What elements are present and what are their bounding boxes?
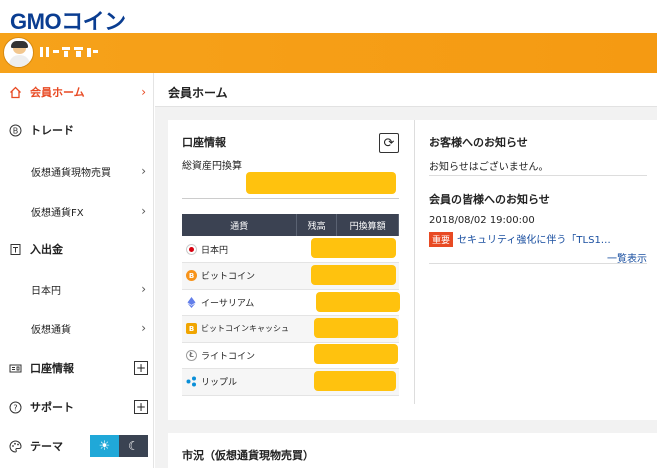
column-header: 円換算額 [336,214,399,236]
help-icon: ? [8,400,22,414]
japan-flag-icon [186,243,197,255]
sidebar-item-label: サポート [30,401,74,414]
market-title: 市況（仮想通貨現物売買） [182,449,314,462]
logo-main-text: GMO [10,9,62,34]
total-assets-label: 総資産円換算 [182,161,242,172]
important-badge: 重要 [429,232,454,247]
news-title: セキュリティ強化に伴う「TLS1… [457,235,611,246]
dark-theme-icon[interactable]: ☾ [119,435,148,457]
svg-text:B: B [12,126,18,135]
redacted-balance [314,318,398,338]
currency-name: 日本円 [201,245,229,256]
gmo-coin-logo[interactable]: GMOコイン [10,4,126,36]
ripple-icon [186,376,197,387]
sidebar-item-trade[interactable]: B トレード [0,111,154,149]
chevron-right-icon: › [141,164,146,178]
refresh-icon: ⟳ [383,135,395,151]
sidebar-item-account-info[interactable]: 口座情報 + [0,349,154,387]
currency-name: ライトコイン [201,351,256,362]
sidebar-item-fx[interactable]: 仮想通貨FX › [0,192,154,230]
bitcoin-cash-icon: B [186,323,197,335]
divider [182,198,399,199]
column-header: 残高 [296,214,338,236]
home-icon [8,85,22,99]
sidebar-item-spot-trading[interactable]: 仮想通貨現物売買 › [0,152,154,190]
sidebar-item-label: 仮想通貨 [31,324,71,336]
redacted-balance [314,371,396,391]
redacted-balance [311,238,396,258]
sidebar-item-label: 入出金 [30,243,63,256]
palette-icon [8,439,22,453]
bitcoin-icon: B [8,123,22,137]
divider [429,175,647,176]
sidebar: 会員ホーム › B トレード 仮想通貨現物売買 › 仮想通貨FX › 入出金 日… [0,73,154,468]
main-content: 会員ホーム 口座情報 ⟳ 総資産円換算 通貨 残高 円換算額 日本円 B ビット… [155,73,657,468]
account-panel: 口座情報 ⟳ 総資産円換算 通貨 残高 円換算額 日本円 B ビットコイン イー… [168,120,413,404]
sidebar-item-support[interactable]: ? サポート + [0,388,154,426]
chevron-right-icon: › [141,321,146,335]
chevron-right-icon: › [141,85,146,99]
divider [429,263,647,264]
deposit-icon [8,242,22,256]
column-header: 通貨 [182,214,298,236]
expand-plus-icon[interactable]: + [134,361,148,375]
id-card-icon [8,361,22,375]
sidebar-item-label: 仮想通貨現物売買 [31,167,111,179]
expand-plus-icon[interactable]: + [134,400,148,414]
currency-name: リップル [201,378,238,389]
sidebar-item-label: テーマ [30,440,63,453]
news-link[interactable]: 重要 セキュリティ強化に伴う「TLS1… [429,231,611,247]
sidebar-item-crypto[interactable]: 仮想通貨 › [0,309,154,347]
notices-panel: お客様へのお知らせ お知らせはございません。 会員の皆様へのお知らせ 2018/… [414,120,657,404]
customer-notice-text: お知らせはございません。 [429,162,549,173]
customer-notice-title: お客様へのお知らせ [429,136,528,149]
account-card: 口座情報 ⟳ 総資産円換算 通貨 残高 円換算額 日本円 B ビットコイン イー… [168,120,657,420]
chevron-right-icon: › [141,282,146,296]
redacted-balance [311,265,396,285]
sidebar-item-label: 会員ホーム [30,86,85,99]
sidebar-item-label: トレード [30,124,74,137]
user-header [0,33,657,73]
bitcoin-icon: B [186,270,197,282]
sidebar-item-label: 日本円 [31,285,61,297]
account-title: 口座情報 [182,136,226,149]
redacted-balance [314,344,398,364]
username-obscured [40,45,98,59]
currency-name: ビットコインキャッシュ [201,324,289,334]
light-theme-icon[interactable]: ☀ [90,435,119,457]
redacted-balance [316,292,400,312]
chevron-right-icon: › [141,204,146,218]
page-title: 会員ホーム [155,73,657,107]
avatar[interactable] [3,37,34,68]
sidebar-item-label: 仮想通貨FX [31,207,84,219]
theme-toggle[interactable]: ☀ ☾ [90,435,148,457]
sidebar-item-label: 口座情報 [30,362,74,375]
market-card: 市況（仮想通貨現物売買） [168,433,657,468]
ethereum-icon [186,296,197,308]
svg-text:?: ? [13,403,17,412]
litecoin-icon: Ł [186,349,197,361]
sidebar-item-deposit-withdraw[interactable]: 入出金 [0,230,154,268]
currency-name: イーサリアム [201,298,255,309]
sidebar-item-jpy[interactable]: 日本円 › [0,270,154,308]
redacted-total [246,172,396,194]
logo-sub-text: コイン [61,9,126,34]
member-notice-title: 会員の皆様へのお知らせ [429,193,550,206]
refresh-button[interactable]: ⟳ [379,133,399,153]
sidebar-item-member-home[interactable]: 会員ホーム › [0,73,154,111]
logo-bar: GMOコイン [0,0,657,36]
news-date: 2018/08/02 19:00:00 [429,215,535,226]
currency-name: ビットコイン [201,272,256,283]
